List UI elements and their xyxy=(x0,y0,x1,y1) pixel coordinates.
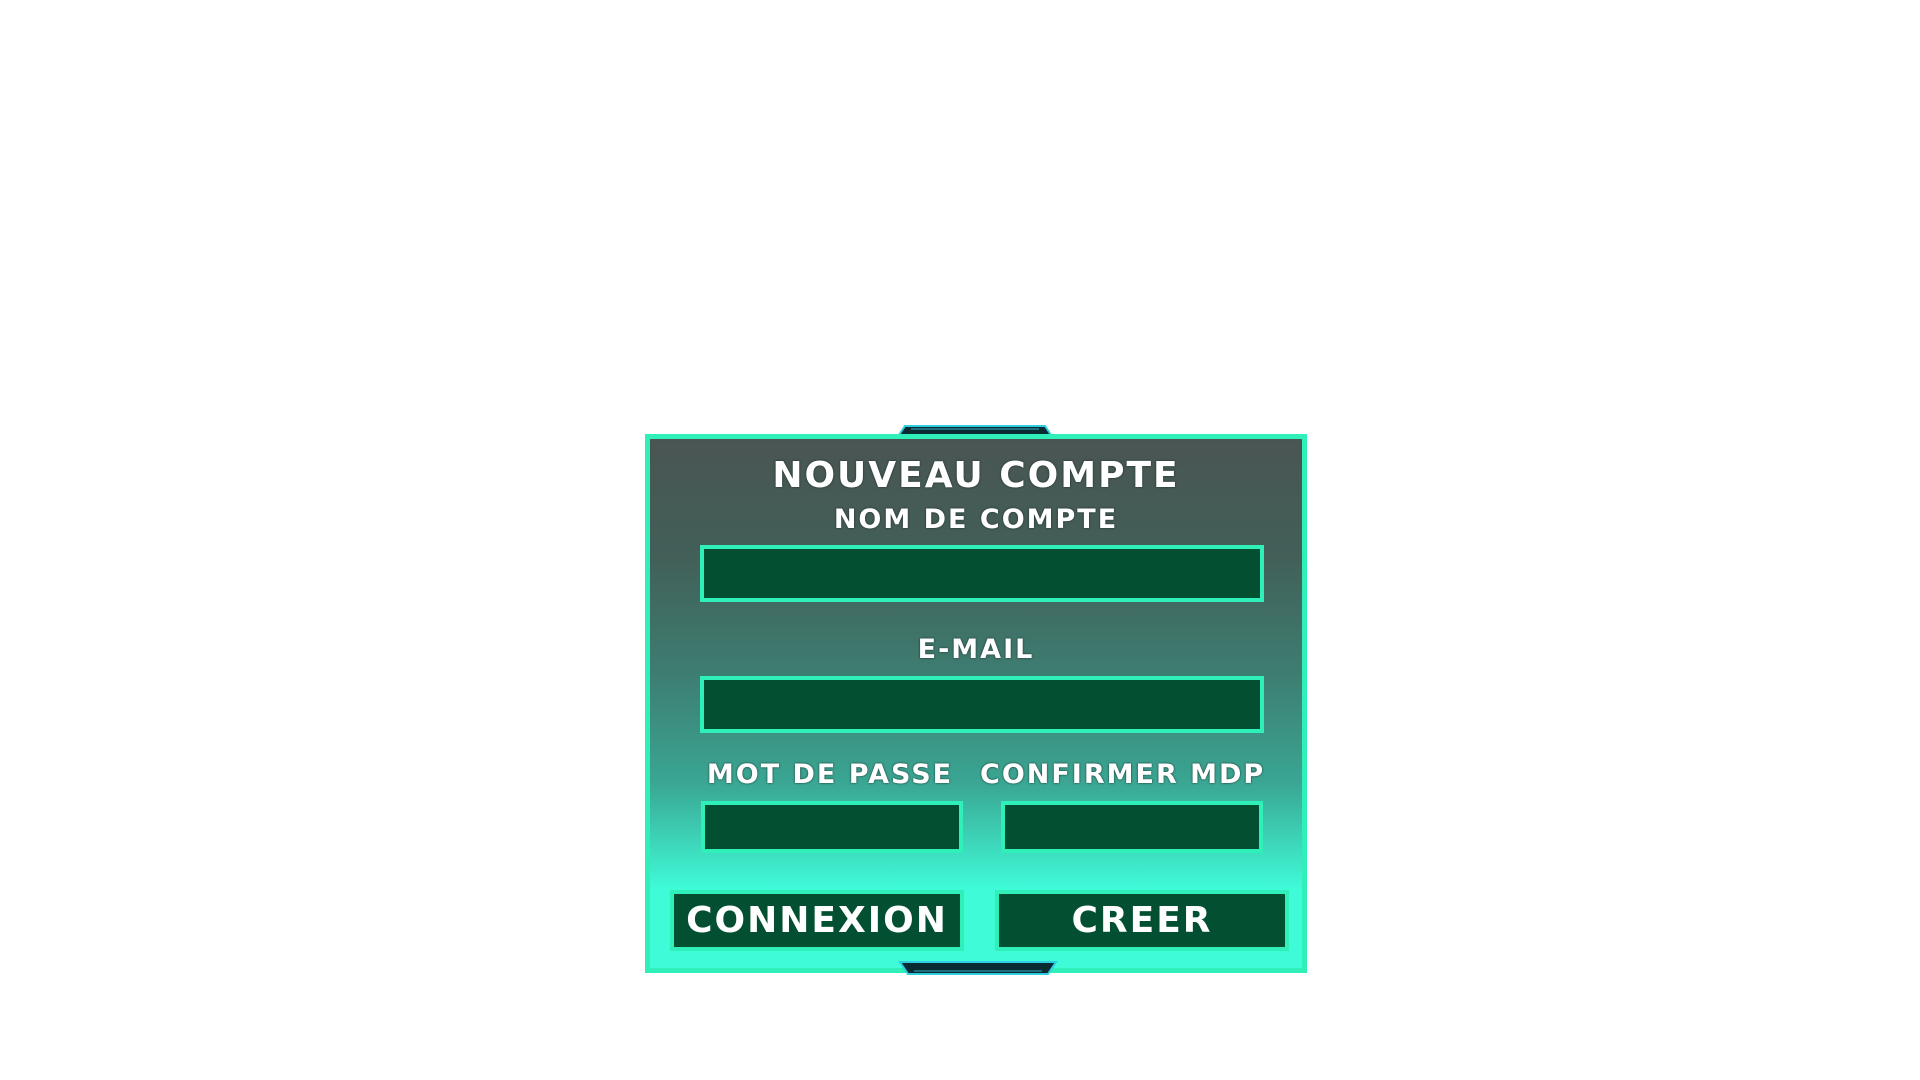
panel-bottom-tab-decoration xyxy=(898,961,1058,975)
create-account-button[interactable]: CREER xyxy=(995,890,1289,951)
account-name-input[interactable] xyxy=(700,545,1264,602)
new-account-panel: NOUVEAU COMPTE NOM DE COMPTE E-MAIL MOT … xyxy=(645,434,1307,973)
confirm-password-input[interactable] xyxy=(1001,801,1263,853)
login-button[interactable]: CONNEXION xyxy=(670,890,964,951)
password-label: MOT DE PASSE xyxy=(706,759,954,790)
confirm-password-label: CONFIRMER MDP xyxy=(980,759,1266,790)
panel-title: NOUVEAU COMPTE xyxy=(772,455,1180,496)
password-input[interactable] xyxy=(701,801,963,853)
email-label: E-MAIL xyxy=(917,634,1035,665)
account-name-label: NOM DE COMPTE xyxy=(833,504,1119,535)
email-input[interactable] xyxy=(700,676,1264,733)
